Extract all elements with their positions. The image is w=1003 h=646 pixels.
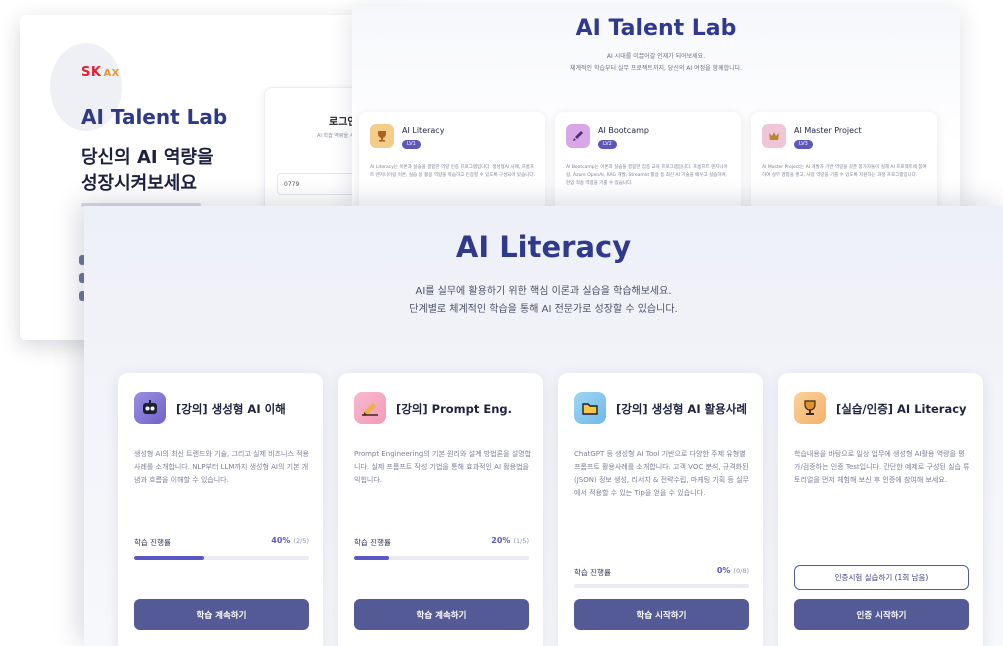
logo-sk-text: SK [81,65,102,80]
progress-fraction: (0/8) [733,567,749,575]
progress-label: 학습 진행률 [574,568,611,577]
trophy-icon [794,392,826,424]
pencil-icon [354,392,386,424]
page-title: AI Literacy [455,230,632,264]
progress-fraction: (1/5) [513,537,529,545]
level-badge: LV1 [402,140,421,149]
course-card-name: AI Bootcamp [598,126,649,135]
card-title: [강의] 생성형 AI 이해 [176,402,286,416]
trophy-icon [370,124,394,148]
progress-bar-fill [134,556,204,560]
course-card-name: AI Literacy [402,126,445,135]
continue-learning-button[interactable]: 학습 계속하기 [354,599,529,630]
lecture-card-generative-ai: [강의] 생성형 AI 이해 생성형 AI의 최신 트렌드와 기술, 그리고 실… [118,373,323,646]
level-badge: LV2 [598,140,617,149]
progress-value: 0% (0/8) [717,566,749,575]
progress-label: 학습 진행률 [134,538,171,547]
progress-percent: 40% [271,536,291,545]
card-description: 학습내용을 바탕으로 일상 업무에 생성형 AI활용 역량을 평가/검증하는 인… [794,450,970,484]
progress-bar [134,556,309,560]
login-panel-subtitle: AI 학습 역량을 시 [317,133,355,139]
robot-icon [134,392,166,424]
progress-percent: 20% [491,536,511,545]
page-description-line2: 단계별로 체계적인 학습을 통해 AI 전문가로 성장할 수 있습니다. [409,304,678,315]
crown-icon [762,124,786,148]
page-description-line1: AI를 실무에 활용하기 위한 핵심 이론과 실습을 학습해보세요. [415,286,672,297]
progress-bar [354,556,529,560]
card-description: 생성형 AI의 최신 트렌드와 기술, 그리고 실제 비즈니스 적용사례를 소개… [134,450,309,484]
lecture-card-generative-ai-use-cases: [강의] 생성형 AI 활용사례 ChatGPT 등 생성형 AI Tool 기… [558,373,763,646]
course-card-name: AI Master Project [794,126,862,135]
progress-label: 학습 진행률 [354,538,391,547]
card-title: [실습/인증] AI Literacy [836,402,967,416]
continue-learning-button[interactable]: 학습 계속하기 [134,599,309,630]
folder-icon [574,392,606,424]
course-card-ai-literacy[interactable]: AI Literacy LV1 AI Literacy는 이론과 실습을 결합한… [359,112,545,206]
landing-description-line1: AI 시대를 이끌어갈 인재가 되어보세요. [606,53,706,60]
progress-bar [574,584,749,588]
progress-percent: 0% [716,566,731,575]
progress-bar-fill [354,556,389,560]
logo-ax-text: AX [103,68,120,79]
course-card-description: AI Bootcamp는 이론과 실습을 결합한 집중 교육 프로그램입니다. … [566,165,728,186]
practice-card-ai-literacy: [실습/인증] AI Literacy 학습내용을 바탕으로 일상 업무에 생성… [778,373,983,646]
card-description: Prompt Engineering의 기본 원리와 설계 방법론을 설명합니다… [354,450,532,484]
course-card-ai-bootcamp[interactable]: AI Bootcamp LV2 AI Bootcamp는 이론과 실습을 결합한… [555,112,741,206]
start-learning-button[interactable]: 학습 시작하기 [574,599,749,630]
card-description: ChatGPT 등 생성형 AI Tool 기반으로 다양한 주제 유형별 프롬… [574,450,750,497]
course-card-description: AI Master Project는 AI 개발자 기반 역량을 갖춘 참가자들… [762,165,927,178]
lecture-card-prompt-eng: [강의] Prompt Eng. Prompt Engineering의 기본 … [338,373,543,646]
card-title: [강의] Prompt Eng. [396,402,513,416]
course-card-description: AI Literacy는 이론과 실습을 결합한 역량 인증 프로그램입니다. … [370,165,535,178]
sk-ax-logo: SK AX [81,65,120,80]
course-card-ai-master-project[interactable]: AI Master Project LV3 AI Master Project는… [751,112,937,206]
rocket-icon [566,124,590,148]
start-certification-button[interactable]: 인증 시작하기 [794,599,969,630]
card-title: [강의] 생성형 AI 활용사례 [616,402,747,416]
ai-literacy-window: AI Literacy AI를 실무에 활용하기 위한 핵심 이론과 실습을 학… [84,206,1003,646]
login-subtitle: 당신의 AI 역량을 성장시켜보세요 [81,147,214,194]
level-badge: LV3 [794,140,813,149]
landing-description-line2: 체계적인 학습부터 실무 프로젝트까지, 당신의 AI 여정을 함께합니다. [569,65,743,72]
progress-value: 20% (1/5) [491,536,529,545]
landing-window: AI Talent Lab AI 시대를 이끌어갈 인재가 되어보세요. 체계적… [352,6,960,206]
progress-fraction: (2/5) [293,537,309,545]
login-page-title: AI Talent Lab [81,105,228,129]
landing-title: AI Talent Lab [575,16,737,41]
progress-value: 40% (2/5) [271,536,309,545]
practice-test-button[interactable]: 인증시험 실습하기 (1회 남음) [794,565,969,590]
